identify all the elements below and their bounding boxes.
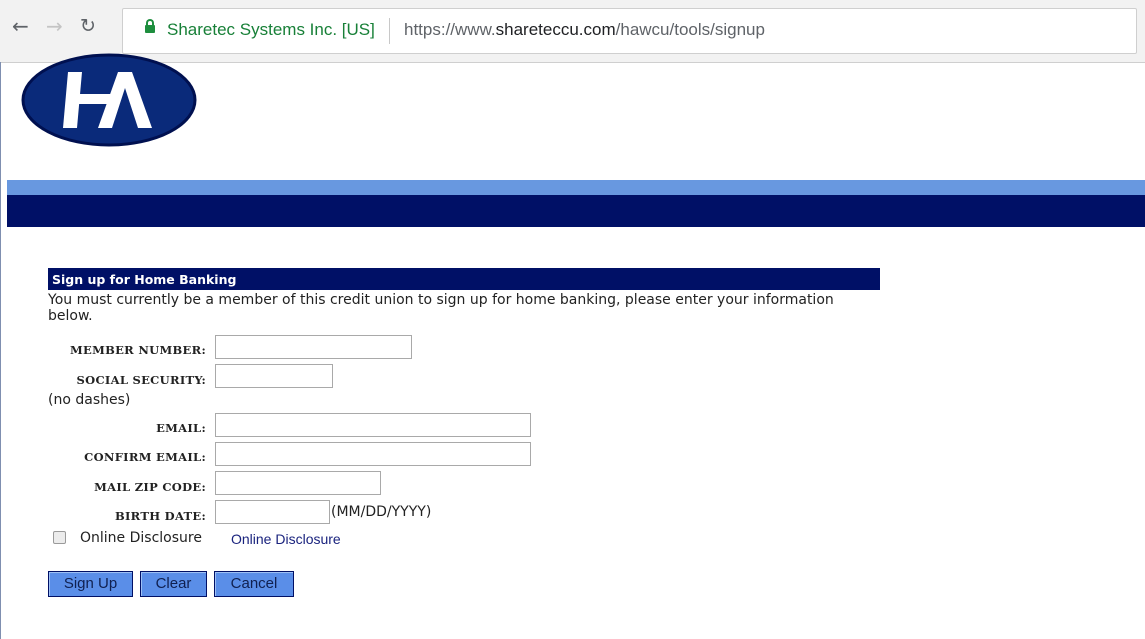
reload-icon[interactable]: ↻ bbox=[80, 16, 96, 36]
form-title: Sign up for Home Banking bbox=[48, 268, 880, 290]
disclosure-checkbox-label: Online Disclosure bbox=[80, 530, 202, 546]
lock-icon[interactable] bbox=[145, 19, 155, 33]
confirm-email-label: CONFIRM EMAIL: bbox=[84, 450, 206, 464]
signup-form: Sign up for Home Banking You must curren… bbox=[48, 268, 880, 324]
email-label: EMAIL: bbox=[156, 421, 206, 435]
credit-union-logo bbox=[21, 53, 197, 147]
ssn-input[interactable] bbox=[215, 364, 333, 388]
birth-date-input[interactable] bbox=[215, 500, 330, 524]
email-input[interactable] bbox=[215, 413, 531, 437]
cancel-button[interactable]: Cancel bbox=[214, 571, 294, 597]
site-identity[interactable]: Sharetec Systems Inc. [US] bbox=[167, 20, 375, 40]
birth-date-format-hint: (MM/DD/YYYY) bbox=[331, 504, 432, 520]
zip-code-input[interactable] bbox=[215, 471, 381, 495]
header-band-dark bbox=[7, 195, 1145, 227]
clear-button[interactable]: Clear bbox=[140, 571, 207, 597]
member-number-label: MEMBER NUMBER: bbox=[69, 343, 206, 357]
confirm-email-input[interactable] bbox=[215, 442, 531, 466]
form-intro: You must currently be a member of this c… bbox=[48, 292, 834, 324]
back-arrow-icon[interactable]: ← bbox=[12, 16, 29, 36]
header-band-light bbox=[7, 180, 1145, 195]
address-separator bbox=[389, 18, 390, 44]
forward-arrow-icon[interactable]: → bbox=[46, 16, 63, 36]
sign-up-button[interactable]: Sign Up bbox=[48, 571, 133, 597]
disclosure-link[interactable]: Online Disclosure bbox=[231, 531, 341, 547]
zip-code-label: MAIL ZIP CODE: bbox=[94, 480, 206, 494]
address-bar[interactable]: Sharetec Systems Inc. [US] https://www.s… bbox=[122, 8, 1137, 54]
birth-date-label: BIRTH DATE: bbox=[114, 509, 206, 523]
ssn-note: (no dashes) bbox=[48, 392, 131, 408]
member-number-input[interactable] bbox=[215, 335, 412, 359]
disclosure-checkbox[interactable] bbox=[53, 531, 66, 544]
url-text[interactable]: https://www.shareteccu.com/hawcu/tools/s… bbox=[404, 20, 765, 40]
ssn-label: SOCIAL SECURITY: bbox=[76, 373, 206, 387]
